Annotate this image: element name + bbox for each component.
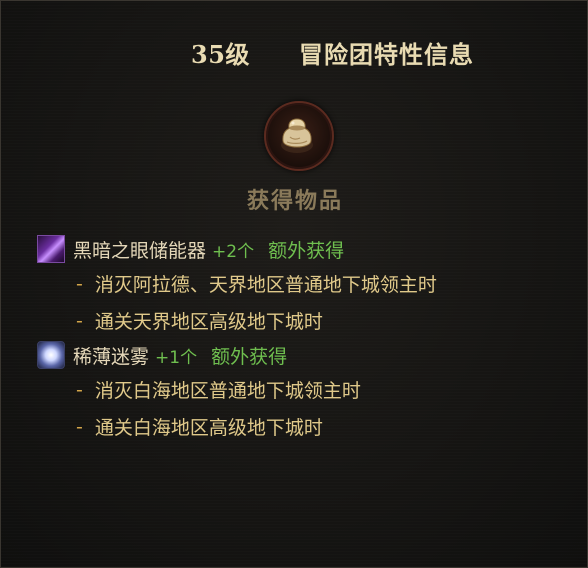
dark-eye-storage-icon	[37, 235, 65, 263]
condition-row: - 通关白海地区高级地下城时	[37, 408, 577, 445]
adventure-group-trait-panel: 35级 冒险团特性信息 获得物品 黑暗之眼储能器 +2个 额外获得 - 消灭阿拉…	[0, 0, 588, 568]
condition-row: - 消灭阿拉德、天界地区普通地下城领主时	[37, 265, 577, 302]
item-name: 黑暗之眼储能器	[73, 239, 207, 262]
condition-row: - 消灭白海地区普通地下城领主时	[37, 371, 577, 408]
item-extra-label: 额外获得	[211, 345, 288, 368]
panel-header: 35级 冒险团特性信息	[1, 31, 587, 71]
condition-bullet: -	[76, 272, 83, 295]
condition-bullet: -	[76, 309, 83, 332]
condition-text: 消灭白海地区普通地下城领主时	[94, 380, 361, 402]
condition-bullet: -	[76, 415, 83, 438]
reward-item: 黑暗之眼储能器 +2个 额外获得	[37, 233, 577, 265]
treasure-bag-icon	[264, 101, 334, 171]
panel-title: 冒险团特性信息	[299, 40, 474, 69]
condition-bullet: -	[76, 378, 83, 401]
reward-item-list: 黑暗之眼储能器 +2个 额外获得 - 消灭阿拉德、天界地区普通地下城领主时 - …	[37, 233, 577, 445]
item-extra-label: 额外获得	[268, 239, 345, 262]
condition-text: 消灭阿拉德、天界地区普通地下城领主时	[94, 274, 437, 296]
section-title: 获得物品	[246, 188, 343, 214]
reward-item: 稀薄迷雾 +1个 额外获得	[37, 339, 577, 371]
thin-mist-icon	[37, 341, 65, 369]
condition-row: - 通关天界地区高级地下城时	[37, 302, 577, 339]
item-count: +1个	[155, 347, 198, 368]
item-name: 稀薄迷雾	[73, 345, 150, 368]
level-label: 35级	[191, 40, 250, 69]
condition-text: 通关天界地区高级地下城时	[94, 311, 323, 333]
item-count: +2个	[212, 241, 255, 262]
condition-text: 通关白海地区高级地下城时	[94, 417, 323, 439]
